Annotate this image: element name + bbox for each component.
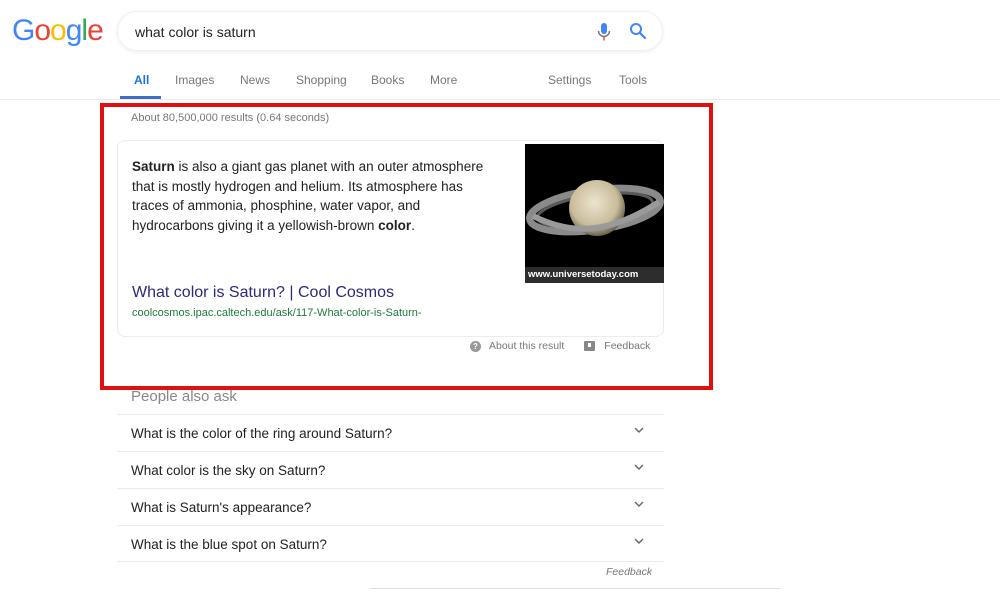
tab-shopping[interactable]: Shopping — [296, 73, 347, 87]
help-icon: ? — [470, 340, 481, 352]
paa-question-text: What is Saturn's appearance? — [131, 500, 312, 515]
tab-books[interactable]: Books — [371, 73, 404, 87]
image-caption: www.universetoday.com — [525, 267, 664, 283]
logo-letter: e — [87, 14, 104, 47]
tab-more[interactable]: More — [430, 73, 457, 87]
divider — [370, 588, 780, 589]
active-tab-indicator — [120, 96, 161, 99]
about-label: About this result — [489, 340, 565, 352]
snippet-title-link[interactable]: What color is Saturn? | Cool Cosmos — [132, 284, 394, 302]
result-stats: About 80,500,000 results (0.64 seconds) — [131, 112, 330, 124]
logo-letter: o — [34, 14, 51, 47]
settings-link[interactable]: Settings — [548, 73, 591, 87]
paa-title: People also ask — [131, 388, 237, 405]
paa-feedback-link[interactable]: Feedback — [606, 566, 652, 578]
chevron-down-icon — [634, 464, 644, 470]
search-box — [117, 11, 663, 51]
paa-question-text: What is the blue spot on Saturn? — [131, 537, 327, 552]
feedback-label: Feedback — [604, 340, 651, 352]
tools-link[interactable]: Tools — [619, 73, 647, 87]
snippet-feedback-button[interactable]: Feedback — [584, 340, 650, 352]
tab-news[interactable]: News — [240, 73, 270, 87]
feedback-icon — [584, 341, 596, 351]
logo-letter: o — [50, 14, 67, 47]
paa-question[interactable]: What is the color of the ring around Sat… — [117, 414, 664, 451]
saturn-image[interactable]: www.universetoday.com — [525, 144, 664, 283]
people-also-ask: People also ask What is the color of the… — [117, 378, 664, 563]
paa-question-text: What is the color of the ring around Sat… — [131, 426, 393, 441]
paa-question[interactable]: What color is the sky on Saturn? — [117, 451, 664, 488]
paa-question[interactable]: What is Saturn's appearance? — [117, 488, 664, 525]
snippet-bold: color — [378, 217, 412, 233]
snippet-footer: ? About this result Feedback — [470, 340, 650, 352]
chevron-down-icon — [634, 538, 644, 544]
snippet-body: . — [411, 217, 415, 233]
tab-images[interactable]: Images — [175, 73, 214, 87]
snippet-body: is also a giant gas planet with an outer… — [132, 159, 484, 233]
logo-letter: g — [65, 14, 83, 47]
mic-icon[interactable] — [596, 22, 612, 42]
snippet-text: Saturn is also a giant gas planet with a… — [132, 157, 502, 235]
paa-question[interactable]: What is the blue spot on Saturn? — [117, 525, 664, 562]
search-icon[interactable] — [629, 22, 647, 40]
logo-letter: G — [12, 14, 35, 47]
paa-question-text: What color is the sky on Saturn? — [131, 463, 326, 478]
tab-all[interactable]: All — [134, 73, 149, 87]
search-tabs: All Images News Shopping Books More Sett… — [0, 66, 1000, 100]
google-logo[interactable]: Google — [12, 14, 104, 48]
featured-snippet: Saturn is also a giant gas planet with a… — [117, 140, 664, 337]
saturn-illustration — [526, 180, 664, 236]
snippet-bold: Saturn — [132, 159, 175, 174]
snippet-url: coolcosmos.ipac.caltech.edu/ask/117-What… — [132, 307, 422, 319]
chevron-down-icon — [634, 501, 644, 507]
search-input[interactable] — [135, 21, 565, 43]
about-this-result-button[interactable]: ? About this result — [470, 340, 564, 352]
chevron-down-icon — [634, 427, 644, 433]
